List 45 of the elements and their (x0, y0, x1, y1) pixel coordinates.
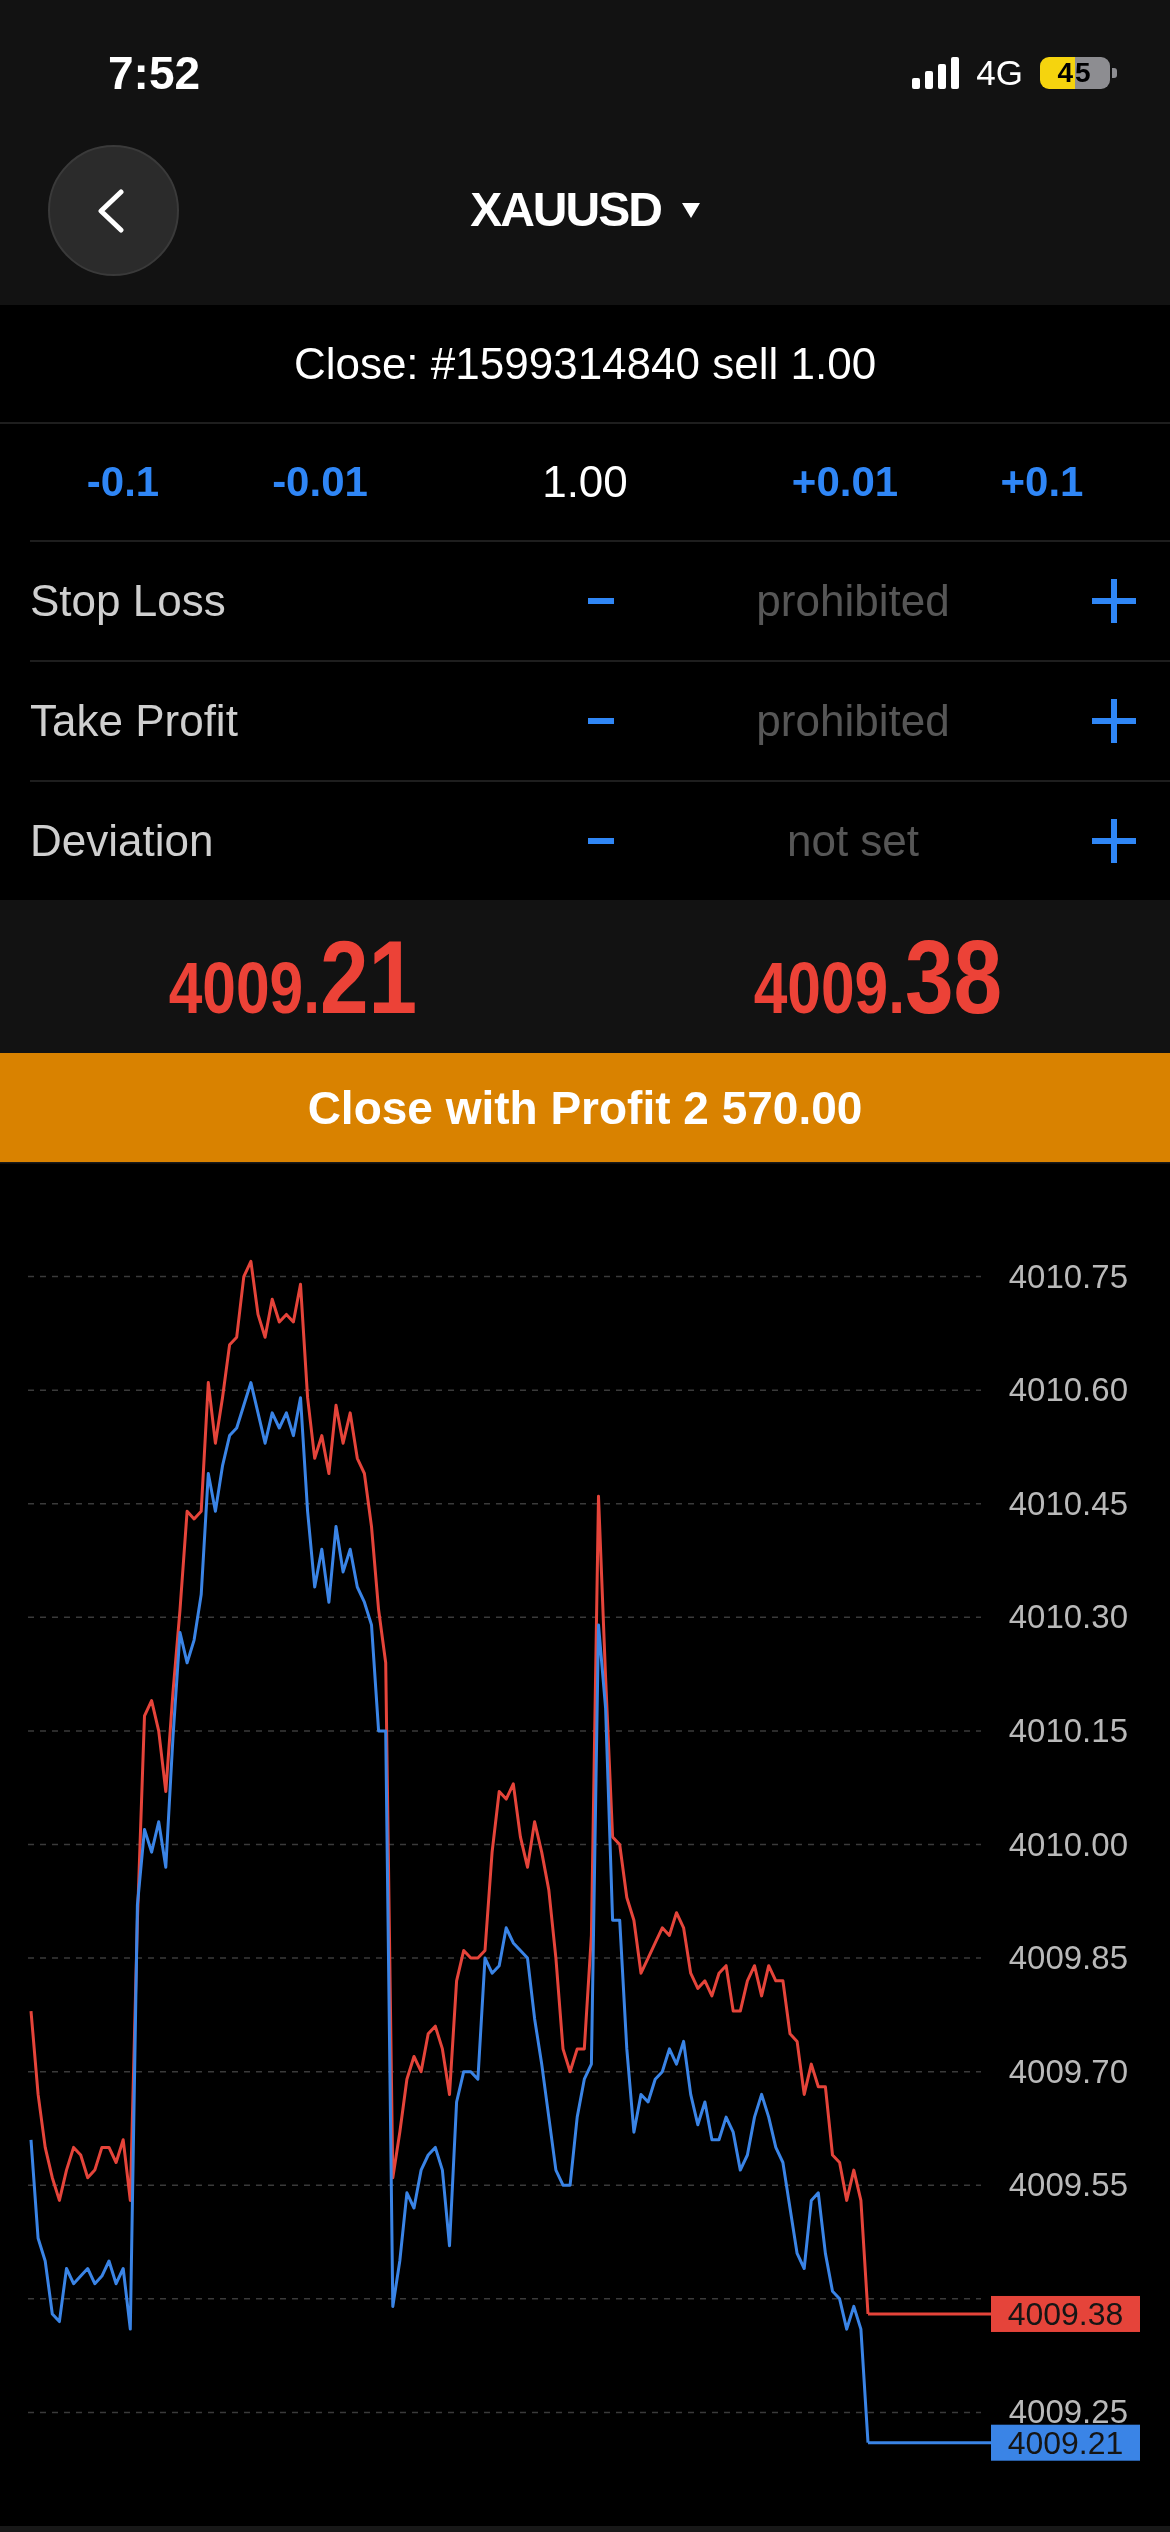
axis-label: 4009.85 (1008, 1939, 1128, 1977)
axis-label: 4010.75 (1008, 1257, 1128, 1295)
price-tag: 4009.38 (991, 2296, 1140, 2332)
field-label: Stop Loss (30, 576, 226, 626)
axis-label: 4009.55 (1008, 2166, 1128, 2204)
minus-icon (588, 598, 614, 604)
field-label: Deviation (30, 816, 214, 866)
price-tag: 4009.21 (991, 2424, 1140, 2461)
close-with-profit-button[interactable]: Close with Profit 2 570.00 (0, 1053, 1170, 1162)
decrease-button[interactable] (588, 598, 614, 604)
minus-icon (588, 838, 614, 844)
decrease-button[interactable] (588, 838, 614, 844)
axis-label: 4010.30 (1008, 1598, 1128, 1636)
lot-step-button[interactable]: +0.1 (1000, 458, 1084, 506)
increase-button[interactable] (1092, 699, 1136, 743)
status-time: 7:52 (108, 45, 201, 100)
axis-label: 4010.00 (1008, 1825, 1128, 1863)
decrease-button[interactable] (588, 718, 614, 724)
chevron-left-icon (96, 188, 125, 233)
input-field[interactable]: prohibited (756, 576, 950, 626)
symbol-selector[interactable]: XAUUSD (470, 184, 700, 237)
order-title: Close: #1599314840 sell 1.00 (293, 338, 877, 389)
ask-price: 4009.38 (753, 924, 1002, 1029)
increase-button[interactable] (1092, 579, 1136, 623)
plus-icon (1092, 819, 1136, 863)
lot-step-button[interactable]: +0.01 (791, 458, 899, 506)
battery-indicator: 45 (1040, 56, 1117, 89)
caret-icon (681, 203, 700, 218)
lot-step-button[interactable]: -0.1 (86, 458, 160, 506)
increase-button[interactable] (1092, 819, 1136, 863)
plus-icon (1092, 579, 1136, 623)
axis-label: 4010.60 (1008, 1371, 1128, 1409)
axis-label: 4010.45 (1008, 1484, 1128, 1522)
input-field[interactable]: prohibited (756, 696, 950, 746)
input-field[interactable]: not set (786, 816, 920, 866)
volume-field[interactable]: 1.00 (542, 457, 628, 507)
minus-icon (588, 718, 614, 724)
axis-label: 4010.15 (1008, 1711, 1128, 1749)
field-label: Take Profit (30, 696, 238, 746)
bid-price: 4009.21 (168, 924, 417, 1029)
axis-label: 4009.70 (1008, 2052, 1128, 2090)
lot-step-button[interactable]: -0.01 (272, 458, 368, 506)
network-type: 4G (976, 52, 1023, 93)
signal-icon (912, 56, 960, 89)
plus-icon (1092, 699, 1136, 743)
